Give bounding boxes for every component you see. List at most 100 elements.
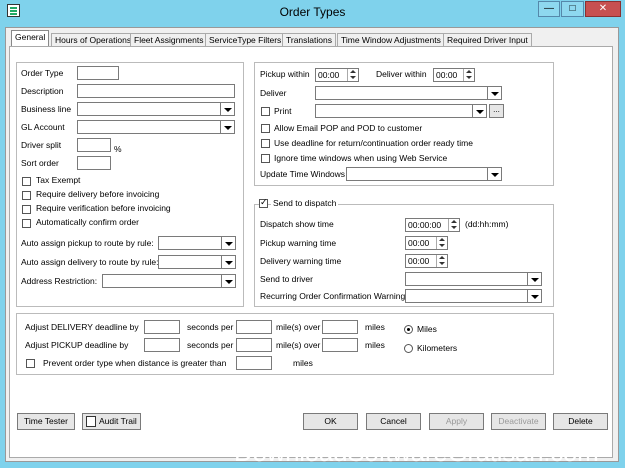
pickup-warning-spinner[interactable]: 00:00 [405, 236, 448, 250]
send-to-driver-dropdown[interactable] [405, 272, 542, 286]
tab-required-driver-input[interactable]: Required Driver Input [443, 33, 532, 47]
tab-time-window-adjustments[interactable]: Time Window Adjustments [337, 33, 445, 47]
description-input[interactable] [77, 84, 235, 98]
prevent-distance-input[interactable] [236, 356, 272, 370]
chevron-down-icon[interactable] [221, 236, 236, 250]
use-deadline-checkbox[interactable] [261, 139, 270, 148]
chevron-down-icon[interactable] [221, 255, 236, 269]
description-label: Description [21, 86, 64, 96]
recurring-warning-label: Recurring Order Confirmation Warning [260, 291, 406, 301]
miles-radio[interactable] [404, 325, 413, 334]
miles-label: miles [365, 340, 385, 350]
adjust-pickup-over-input[interactable] [322, 338, 358, 352]
adjust-pickup-miles-input[interactable] [236, 338, 272, 352]
adjust-delivery-miles-input[interactable] [236, 320, 272, 334]
send-to-driver-label: Send to driver [260, 274, 313, 284]
chevron-down-icon[interactable] [220, 120, 235, 134]
pickup-within-value: 00:00 [318, 70, 340, 80]
deactivate-button[interactable]: Deactivate [491, 413, 546, 430]
ok-button[interactable]: OK [303, 413, 358, 430]
tab-fleet-assignments[interactable]: Fleet Assignments [130, 33, 208, 47]
title-bar[interactable]: Order Types — □ ✕ [0, 0, 625, 24]
pickup-within-spinner[interactable]: 00:00 [315, 68, 359, 82]
spinner-arrows-icon[interactable] [436, 237, 447, 249]
miles-label: miles [365, 322, 385, 332]
adjust-delivery-label: Adjust DELIVERY deadline by [25, 322, 139, 332]
spinner-arrows-icon[interactable] [347, 69, 358, 81]
deliver-within-spinner[interactable]: 00:00 [433, 68, 475, 82]
close-button[interactable]: ✕ [585, 1, 621, 17]
tax-exempt-checkbox[interactable] [22, 177, 31, 186]
address-restriction-dropdown[interactable] [102, 274, 236, 288]
delete-button[interactable]: Delete [553, 413, 608, 430]
watermark-text: DownloadSoftwareGratisan.com [234, 437, 599, 467]
miles-radio-label: Miles [417, 324, 437, 334]
require-delivery-label: Require delivery before invoicing [36, 189, 160, 199]
auto-assign-delivery-label: Auto assign delivery to route by rule: [21, 257, 159, 267]
tab-hours-of-operations[interactable]: Hours of Operations [51, 33, 136, 47]
business-line-dropdown[interactable] [77, 102, 235, 116]
ignore-time-windows-label: Ignore time windows when using Web Servi… [274, 153, 448, 163]
time-format-hint: (dd:hh:mm) [465, 219, 509, 229]
update-time-windows-dropdown[interactable] [346, 167, 502, 181]
delivery-warning-spinner[interactable]: 00:00 [405, 254, 448, 268]
gl-account-dropdown[interactable] [77, 120, 235, 134]
delivery-warning-label: Delivery warning time [260, 256, 342, 266]
maximize-button[interactable]: □ [561, 1, 584, 17]
chevron-down-icon[interactable] [487, 167, 502, 181]
prevent-distance-checkbox[interactable] [26, 359, 35, 368]
minimize-button[interactable]: — [538, 1, 560, 17]
adjust-delivery-over-input[interactable] [322, 320, 358, 334]
tab-servicetype-filters[interactable]: ServiceType Filters [205, 33, 286, 47]
spinner-arrows-icon[interactable] [463, 69, 474, 81]
send-to-dispatch-label: Send to dispatch [271, 198, 339, 208]
order-type-input[interactable] [77, 66, 119, 80]
recurring-warning-dropdown[interactable] [405, 289, 542, 303]
apply-button[interactable]: Apply [429, 413, 484, 430]
kilometers-radio-label: Kilometers [417, 343, 458, 353]
print-dropdown[interactable] [315, 104, 487, 118]
chevron-down-icon[interactable] [527, 289, 542, 303]
deliver-label: Deliver [260, 88, 287, 98]
audit-trail-button[interactable]: Audit Trail [82, 413, 141, 430]
require-delivery-checkbox[interactable] [22, 191, 31, 200]
time-tester-button[interactable]: Time Tester [17, 413, 75, 430]
require-verification-checkbox[interactable] [22, 205, 31, 214]
driver-split-input[interactable] [77, 138, 111, 152]
pickup-warning-value: 00:00 [408, 238, 430, 248]
dialog-client: General Hours of Operations Fleet Assign… [5, 27, 619, 462]
spinner-arrows-icon[interactable] [448, 219, 459, 231]
ignore-time-windows-checkbox[interactable] [261, 154, 270, 163]
sort-order-input[interactable] [77, 156, 111, 170]
sort-order-label: Sort order [21, 158, 59, 168]
print-label: Print [274, 106, 292, 116]
spinner-arrows-icon[interactable] [436, 255, 447, 267]
window-title: Order Types [279, 5, 346, 19]
tab-translations[interactable]: Translations [282, 33, 336, 47]
allow-email-checkbox[interactable] [261, 124, 270, 133]
adjust-pickup-seconds-input[interactable] [144, 338, 180, 352]
adjust-delivery-seconds-input[interactable] [144, 320, 180, 334]
print-checkbox[interactable] [261, 107, 270, 116]
auto-assign-delivery-dropdown[interactable] [158, 255, 236, 269]
dispatch-show-time-spinner[interactable]: 00:00:00 [405, 218, 460, 232]
seconds-per-label: seconds per [187, 322, 234, 332]
deliver-dropdown[interactable] [315, 86, 502, 100]
allow-email-label: Allow Email POP and POD to customer [274, 123, 423, 133]
chevron-down-icon[interactable] [472, 104, 487, 118]
chevron-down-icon[interactable] [221, 274, 236, 288]
chevron-down-icon[interactable] [527, 272, 542, 286]
auto-confirm-label: Automatically confirm order [36, 217, 139, 227]
order-type-label: Order Type [21, 68, 64, 78]
print-browse-button[interactable]: ... [489, 104, 504, 118]
auto-confirm-checkbox[interactable] [22, 219, 31, 228]
auto-assign-pickup-dropdown[interactable] [158, 236, 236, 250]
chevron-down-icon[interactable] [487, 86, 502, 100]
send-to-dispatch-checkbox[interactable] [259, 197, 268, 208]
miles-over-label: mile(s) over [276, 322, 321, 332]
cancel-button[interactable]: Cancel [366, 413, 421, 430]
chevron-down-icon[interactable] [220, 102, 235, 116]
tax-exempt-label: Tax Exempt [36, 175, 81, 185]
timing-options-group: Pickup within 00:00 Deliver within 00:00… [254, 62, 554, 186]
kilometers-radio[interactable] [404, 344, 413, 353]
